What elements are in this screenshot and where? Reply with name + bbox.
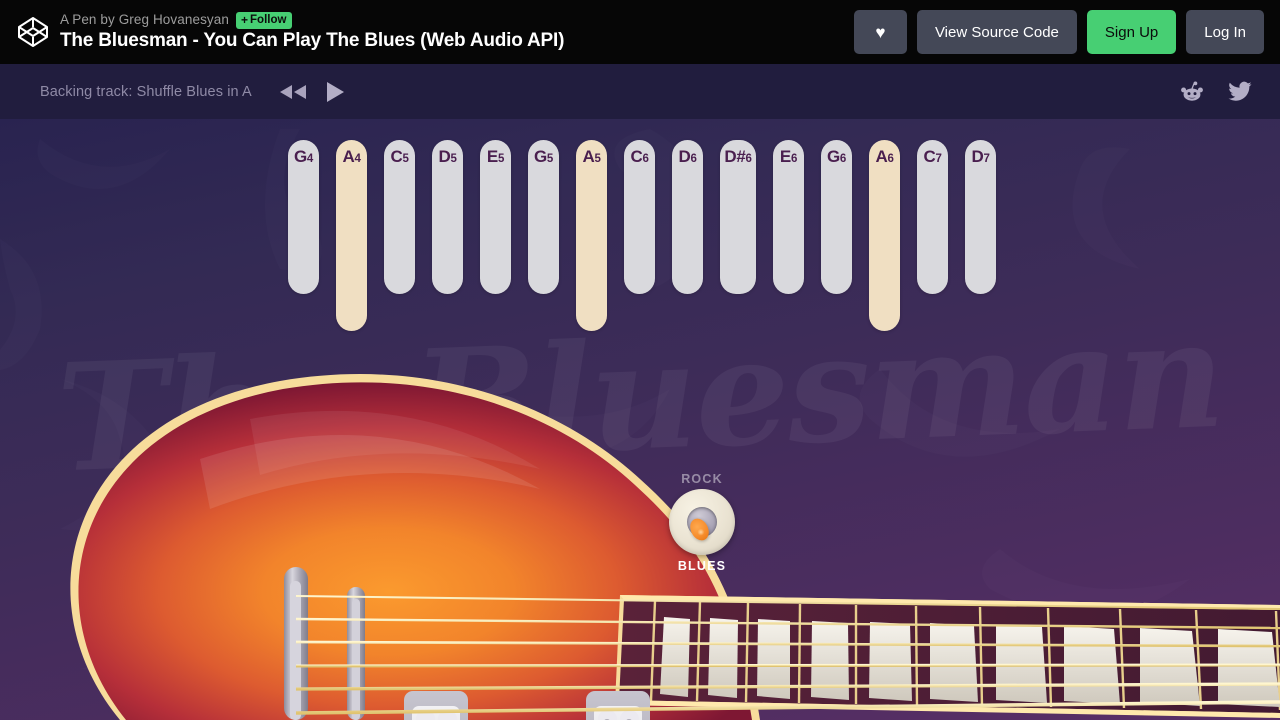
rewind-icon <box>279 84 306 99</box>
twitter-share-link[interactable] <box>1228 81 1252 103</box>
note-octave: 5 <box>402 153 409 165</box>
note-key-label: E5 <box>480 148 511 168</box>
note-octave: 5 <box>450 153 457 165</box>
note-name: A <box>875 147 888 166</box>
note-name: C <box>390 147 403 166</box>
backing-track-label: Backing track: Shuffle Blues in A <box>40 83 252 100</box>
pen-stage: The Bluesman G4 A4 C5 D5 E5 G5 A5 C6 D6 … <box>0 119 1280 720</box>
note-key-C5[interactable]: C5 <box>384 140 415 294</box>
codepen-pen-page: A Pen by Greg Hovanesyan + Follow The Blu… <box>0 0 1280 720</box>
play-icon <box>326 81 344 102</box>
note-name: D <box>971 147 984 166</box>
note-key-C7[interactable]: C7 <box>917 140 948 294</box>
note-key-E5[interactable]: E5 <box>480 140 511 294</box>
note-octave: 6 <box>745 153 752 165</box>
tone-knob[interactable] <box>669 489 735 555</box>
site-header: A Pen by Greg Hovanesyan + Follow The Blu… <box>0 0 1280 64</box>
note-name: A <box>342 147 355 166</box>
note-name: E <box>779 147 791 166</box>
note-key-label: G6 <box>821 148 852 168</box>
note-key-label: C5 <box>384 148 415 168</box>
note-name: E <box>486 147 498 166</box>
note-name: D# <box>724 147 746 166</box>
note-octave: 6 <box>790 153 798 165</box>
follow-label: Follow <box>250 13 287 26</box>
reddit-icon <box>1181 81 1203 101</box>
social-links <box>1180 80 1252 104</box>
guitar-neck <box>615 595 1280 718</box>
note-octave: 5 <box>594 153 601 165</box>
view-source-code-button[interactable]: View Source Code <box>916 10 1077 54</box>
note-name: C <box>630 147 643 166</box>
reddit-share-link[interactable] <box>1180 80 1204 104</box>
note-name: C <box>923 147 936 166</box>
note-octave: 5 <box>546 153 554 165</box>
byline: A Pen by Greg Hovanesyan + Follow <box>60 11 564 29</box>
note-key-D6[interactable]: D6 <box>672 140 703 294</box>
note-name: G <box>826 147 840 166</box>
note-key-A6[interactable]: A6 <box>869 140 900 331</box>
note-key-label: D#6 <box>720 148 756 168</box>
note-key-C6[interactable]: C6 <box>624 140 655 294</box>
note-key-label: A4 <box>336 148 367 168</box>
note-octave: 6 <box>642 153 649 165</box>
note-keys: G4 A4 C5 D5 E5 G5 A5 C6 D6 D#6 E6 G6 A6 C7 D7 <box>288 140 996 340</box>
author-name[interactable]: A Pen by Greg Hovanesyan <box>60 12 229 28</box>
note-key-D5[interactable]: D5 <box>432 140 463 294</box>
tone-selector: ROCK BLUES <box>664 472 740 597</box>
note-key-label: G4 <box>288 148 319 168</box>
pen-title-block: A Pen by Greg Hovanesyan + Follow The Blu… <box>60 11 565 52</box>
note-octave: 6 <box>690 153 697 165</box>
sign-up-button[interactable]: Sign Up <box>1086 10 1177 54</box>
follow-button[interactable]: + Follow <box>236 11 293 29</box>
note-key-label: D7 <box>965 148 996 168</box>
note-name: G <box>293 147 307 166</box>
note-key-label: G5 <box>528 148 559 168</box>
rewind-button[interactable] <box>278 82 308 102</box>
note-key-E6[interactable]: E6 <box>773 140 804 294</box>
note-key-G5[interactable]: G5 <box>528 140 559 294</box>
note-key-label: D6 <box>672 148 703 168</box>
play-button[interactable] <box>324 80 346 104</box>
transport-controls <box>278 80 346 104</box>
page-title: The Bluesman - You Can Play The Blues (W… <box>60 30 565 51</box>
backing-track-toolbar: Backing track: Shuffle Blues in A <box>0 64 1280 119</box>
note-key-A5[interactable]: A5 <box>576 140 607 331</box>
note-key-label: E6 <box>773 148 804 168</box>
note-key-D7[interactable]: D7 <box>965 140 996 294</box>
note-octave: 4 <box>354 153 361 165</box>
note-octave: 7 <box>935 153 942 165</box>
note-key-label: C7 <box>917 148 948 168</box>
note-name: G <box>533 147 547 166</box>
note-key-Dsharp6[interactable]: D#6 <box>720 140 756 294</box>
note-octave: 4 <box>306 153 314 165</box>
note-key-label: A6 <box>869 148 900 168</box>
note-name: D <box>678 147 691 166</box>
love-button[interactable]: ♥ <box>853 10 907 54</box>
plus-icon: + <box>241 12 249 27</box>
log-in-button[interactable]: Log In <box>1186 10 1264 54</box>
codepen-logo-icon[interactable] <box>16 15 50 49</box>
note-key-G4[interactable]: G4 <box>288 140 319 294</box>
note-name: A <box>582 147 595 166</box>
note-name: D <box>438 147 451 166</box>
note-octave: 7 <box>983 153 990 165</box>
knob-label-blues[interactable]: BLUES <box>664 559 740 573</box>
note-octave: 5 <box>497 153 505 165</box>
note-octave: 6 <box>887 153 894 165</box>
note-key-label: D5 <box>432 148 463 168</box>
knob-label-rock[interactable]: ROCK <box>664 472 740 486</box>
note-key-A4[interactable]: A4 <box>336 140 367 331</box>
note-key-G6[interactable]: G6 <box>821 140 852 294</box>
twitter-icon <box>1228 81 1252 101</box>
note-key-label: C6 <box>624 148 655 168</box>
note-key-label: A5 <box>576 148 607 168</box>
header-actions: ♥ View Source Code Sign Up Log In <box>853 10 1264 54</box>
note-octave: 6 <box>839 153 847 165</box>
